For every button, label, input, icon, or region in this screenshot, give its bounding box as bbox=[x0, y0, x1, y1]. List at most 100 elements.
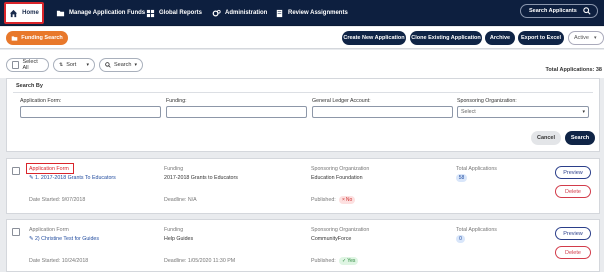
gl-account-input[interactable] bbox=[312, 106, 453, 118]
sponsoring-org-heading: Sponsoring Organization bbox=[311, 227, 370, 233]
folder-icon bbox=[56, 10, 65, 16]
total-applications-badge[interactable]: 0 bbox=[456, 235, 465, 243]
published-status-value: No bbox=[345, 197, 353, 203]
nav-review-assignments[interactable]: Review Assignments bbox=[275, 0, 348, 26]
delete-button[interactable]: Delete bbox=[555, 185, 591, 198]
result-checkbox[interactable] bbox=[12, 167, 20, 175]
published-label: Published: bbox=[311, 258, 336, 264]
total-applications-heading: Total Applications bbox=[456, 227, 497, 233]
funding-heading: Funding bbox=[164, 166, 184, 172]
archive-button[interactable]: Archive bbox=[485, 31, 515, 45]
chevron-down-icon: ▾ bbox=[593, 35, 597, 41]
export-label: Export to Excel bbox=[520, 35, 562, 41]
search-dropdown[interactable]: Search ▾ bbox=[99, 58, 143, 72]
date-started-row: Date Started: 10/24/2018 bbox=[29, 258, 88, 264]
total-applications-count: Total Applications: 38 bbox=[545, 67, 602, 73]
delete-label: Delete bbox=[565, 249, 581, 256]
cancel-label: Cancel bbox=[536, 135, 556, 141]
delete-button[interactable]: Delete bbox=[555, 246, 591, 259]
preview-label: Preview bbox=[563, 169, 583, 176]
nav-home[interactable]: Home bbox=[4, 2, 44, 24]
result-card: Application Form ✎ 1. 2017-2018 Grants T… bbox=[6, 158, 600, 214]
chevron-down-icon: ▾ bbox=[134, 62, 137, 68]
delete-label: Delete bbox=[565, 188, 581, 195]
sponsoring-org-label: Sponsoring Organization: bbox=[457, 98, 517, 104]
action-toolbar: Funding Search Create New Application Cl… bbox=[0, 27, 604, 49]
deadline-label: Deadline: bbox=[164, 197, 187, 203]
select-all-label: Select All bbox=[22, 59, 38, 71]
sponsoring-org-select[interactable]: Select ▾ bbox=[457, 106, 589, 118]
nav-administration-label: Administration bbox=[225, 10, 268, 16]
funding-search-label: Funding Search bbox=[21, 35, 63, 41]
funding-search-button[interactable]: Funding Search bbox=[6, 31, 68, 45]
search-button-label: Search bbox=[570, 135, 590, 141]
application-form-title: 1. 2017-2018 Grants To Educators bbox=[34, 175, 116, 181]
nav-review-label: Review Assignments bbox=[288, 10, 348, 16]
sort-icon: ⇅ bbox=[59, 62, 64, 68]
published-status-value: Yes bbox=[347, 258, 356, 264]
document-icon bbox=[276, 9, 283, 17]
deadline-value: 1/05/2020 11:30 PM bbox=[187, 258, 236, 264]
preview-button[interactable]: Preview bbox=[555, 227, 591, 240]
divider bbox=[13, 92, 593, 93]
application-form-input[interactable] bbox=[20, 106, 161, 118]
clone-existing-application-button[interactable]: Clone Existing Application bbox=[410, 31, 482, 45]
sort-label: Sort bbox=[66, 62, 77, 68]
funding-input[interactable] bbox=[166, 106, 307, 118]
funding-value: 2017-2018 Grants to Educators bbox=[164, 175, 238, 181]
deadline-row: Deadline: N/A bbox=[164, 197, 197, 203]
sponsoring-org-value: Education Foundation bbox=[311, 175, 363, 181]
sponsoring-org-heading: Sponsoring Organization bbox=[311, 166, 370, 172]
nav-manage-application-funds[interactable]: Manage Application Funds bbox=[56, 0, 145, 26]
select-all-checkbox[interactable] bbox=[12, 61, 20, 69]
search-by-panel: Search By Application Form: Funding: Gen… bbox=[6, 78, 600, 152]
grid-icon bbox=[146, 9, 155, 17]
search-icon[interactable] bbox=[583, 7, 591, 15]
check-icon: ✓ bbox=[342, 258, 347, 264]
nav-manage-label: Manage Application Funds bbox=[69, 10, 146, 16]
nav-home-label: Home bbox=[22, 10, 39, 16]
funding-value: Help Guides bbox=[164, 236, 194, 242]
export-to-excel-button[interactable]: Export to Excel bbox=[518, 31, 564, 45]
folder-icon bbox=[11, 35, 18, 41]
nav-global-reports[interactable]: Global Reports bbox=[146, 0, 202, 26]
total-applications-badge[interactable]: 58 bbox=[456, 174, 467, 182]
deadline-row: Deadline: 1/05/2020 11:30 PM bbox=[164, 258, 235, 264]
gears-icon bbox=[212, 9, 221, 16]
search-label: Search bbox=[114, 62, 132, 68]
search-button[interactable]: Search bbox=[565, 131, 595, 145]
application-form-link[interactable]: ✎ 2) Christine Test for Guides bbox=[29, 236, 99, 242]
gl-account-label: General Ledger Account: bbox=[312, 98, 371, 104]
published-label: Published: bbox=[311, 197, 336, 203]
top-navigation: Home Manage Application Funds Global Rep… bbox=[0, 0, 604, 26]
search-applicants-placeholder: Search Applicants bbox=[529, 8, 577, 14]
application-form-label: Application Form: bbox=[20, 98, 62, 104]
date-started-label: Date Started: bbox=[29, 197, 61, 203]
sponsoring-org-value: Select bbox=[461, 109, 476, 115]
result-card: Application Form ✎ 2) Christine Test for… bbox=[6, 219, 600, 272]
select-all-toggle[interactable]: Select All bbox=[6, 58, 49, 72]
date-started-label: Date Started: bbox=[29, 258, 61, 264]
sort-dropdown[interactable]: ⇅ Sort ▾ bbox=[53, 58, 95, 72]
cancel-button[interactable]: Cancel bbox=[531, 131, 561, 145]
deadline-label: Deadline: bbox=[164, 258, 187, 264]
search-applicants-input[interactable]: Search Applicants bbox=[520, 4, 598, 18]
nav-administration[interactable]: Administration bbox=[212, 0, 267, 26]
result-checkbox[interactable] bbox=[12, 228, 20, 236]
filter-row: Select All ⇅ Sort ▾ Search ▾ Total Appli… bbox=[0, 50, 604, 78]
preview-label: Preview bbox=[563, 230, 583, 237]
edit-icon: ✎ bbox=[29, 236, 34, 242]
application-form-link[interactable]: ✎ 1. 2017-2018 Grants To Educators bbox=[29, 175, 116, 181]
application-form-title: 2) Christine Test for Guides bbox=[34, 236, 100, 242]
deadline-value: N/A bbox=[187, 197, 197, 203]
search-icon bbox=[105, 62, 111, 68]
total-applications-heading: Total Applications bbox=[456, 166, 497, 172]
preview-button[interactable]: Preview bbox=[555, 166, 591, 179]
date-started-value: 10/24/2018 bbox=[61, 258, 89, 264]
application-form-heading: Application Form bbox=[29, 227, 69, 233]
create-new-application-button[interactable]: Create New Application bbox=[342, 31, 406, 45]
funding-heading: Funding bbox=[164, 227, 184, 233]
search-by-title: Search By bbox=[16, 83, 43, 89]
published-status-badge: ✓ Yes bbox=[339, 257, 359, 265]
status-select[interactable]: Active ▾ bbox=[568, 31, 604, 45]
